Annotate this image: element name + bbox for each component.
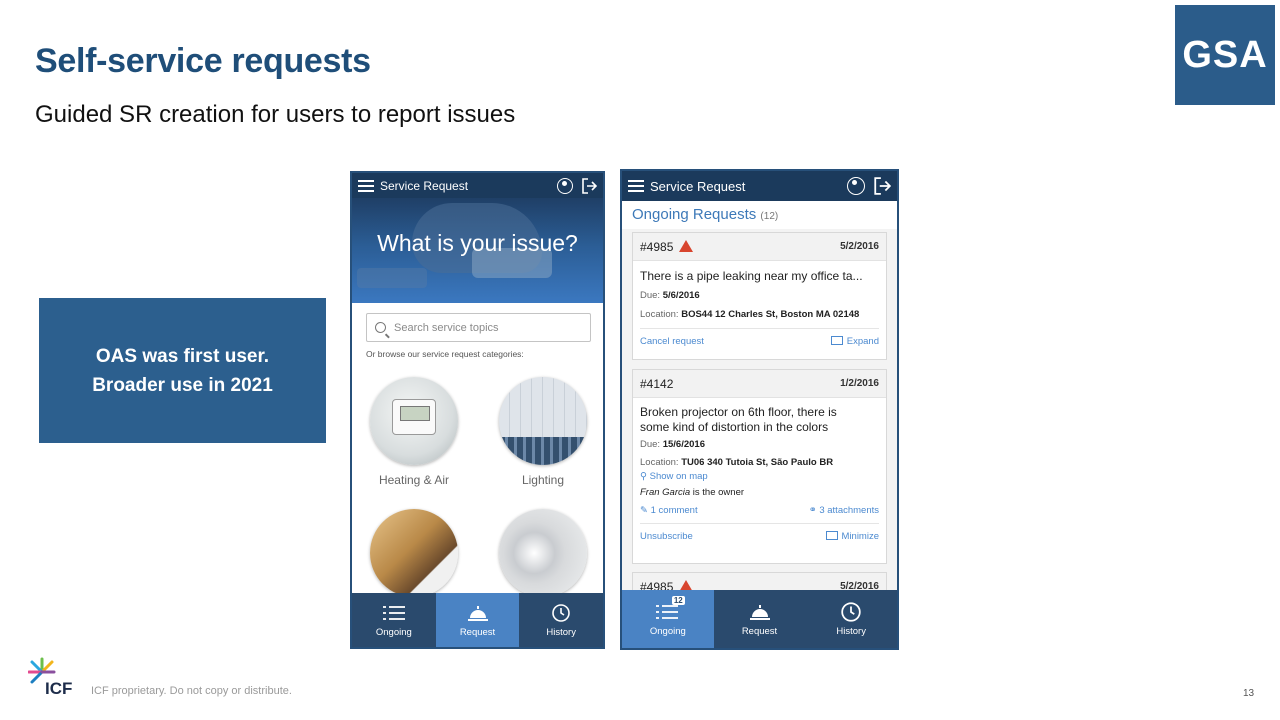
tab-ongoing[interactable]: Ongoing bbox=[352, 593, 436, 647]
phone-screenshot-ongoing-requests: Service Request Ongoing Requests (12) #4… bbox=[620, 169, 899, 650]
map-pin-icon: ⚲ bbox=[640, 471, 647, 482]
request-description: Broken projector on 6th floor, there is … bbox=[640, 405, 837, 434]
tab-request[interactable]: Request bbox=[714, 590, 806, 648]
menu-icon[interactable] bbox=[358, 179, 374, 192]
clock-icon bbox=[551, 603, 571, 623]
request-list[interactable]: #4985 5/2/2016 There is a pipe leaking n… bbox=[622, 229, 897, 590]
logout-icon[interactable] bbox=[581, 177, 597, 194]
warning-icon bbox=[679, 579, 694, 590]
section-heading: Ongoing Requests (12) bbox=[632, 206, 779, 223]
cancel-request-link[interactable]: Cancel request bbox=[640, 336, 704, 347]
comments-link[interactable]: ✎ 1 comment bbox=[640, 505, 698, 516]
list-icon: 12 bbox=[655, 595, 685, 622]
minimize-icon bbox=[825, 531, 838, 540]
bottom-tab-bar: Ongoing Request History bbox=[352, 593, 603, 647]
request-date: 5/2/2016 bbox=[840, 581, 879, 590]
request-date: 5/2/2016 bbox=[840, 241, 879, 252]
callout-box: OAS was first user. Broader use in 2021 bbox=[39, 298, 326, 443]
location: Location: TU06 340 Tutoia St, São Paulo … bbox=[640, 457, 834, 468]
door-knob-image bbox=[499, 509, 587, 597]
count-badge: 12 bbox=[671, 595, 685, 605]
page-number: 13 bbox=[1243, 688, 1255, 699]
browse-hint: Or browse our service request categories… bbox=[366, 349, 524, 359]
request-id: #4985 bbox=[640, 239, 674, 254]
due-date: Due: 15/6/2016 bbox=[640, 439, 705, 450]
minimize-button[interactable]: Minimize bbox=[825, 531, 879, 542]
app-title: Service Request bbox=[380, 178, 469, 193]
logout-icon[interactable] bbox=[873, 177, 891, 195]
slide-title: Self-service requests bbox=[35, 42, 371, 80]
paperclip-icon: ⚭ bbox=[808, 505, 817, 516]
warning-icon bbox=[679, 239, 694, 252]
phone-screenshot-new-request: Service Request What is your issue? Sear… bbox=[350, 171, 605, 649]
app-bar: Service Request bbox=[622, 171, 897, 201]
thermostat-image bbox=[370, 377, 458, 465]
hero-banner: What is your issue? bbox=[352, 198, 603, 303]
app-title: Service Request bbox=[650, 178, 746, 194]
owner-info: Fran Garcia is the owner bbox=[640, 487, 745, 498]
interior-image bbox=[370, 509, 458, 597]
list-icon bbox=[382, 603, 405, 623]
category-label: Heating & Air bbox=[378, 473, 450, 487]
menu-icon[interactable] bbox=[628, 180, 644, 192]
expand-icon bbox=[830, 336, 843, 345]
tab-request[interactable]: Request bbox=[435, 593, 520, 647]
request-card[interactable]: #4985 5/2/2016 There is a pipe leaking n… bbox=[632, 232, 887, 360]
comment-icon: ✎ bbox=[640, 505, 648, 516]
show-on-map-link[interactable]: ⚲ Show on map bbox=[640, 471, 879, 482]
search-placeholder: Search service topics bbox=[394, 321, 499, 334]
footer-disclaimer: ICF proprietary. Do not copy or distribu… bbox=[91, 685, 292, 697]
unsubscribe-link[interactable]: Unsubscribe bbox=[640, 531, 693, 542]
request-card[interactable]: #4142 1/2/2016 Broken projector on 6th f… bbox=[632, 369, 887, 564]
tab-history[interactable]: History bbox=[519, 593, 603, 647]
category-doors[interactable] bbox=[498, 509, 588, 597]
request-id: #4985 bbox=[640, 579, 674, 591]
service-bell-icon bbox=[467, 603, 489, 623]
user-icon[interactable] bbox=[847, 177, 865, 195]
location: Location: BOS44 12 Charles St, Boston MA… bbox=[640, 309, 860, 320]
callout-line-1: OAS was first user. bbox=[95, 345, 270, 367]
search-input[interactable]: Search service topics bbox=[366, 313, 591, 342]
search-icon bbox=[375, 322, 386, 333]
category-lighting[interactable]: Lighting bbox=[498, 377, 588, 487]
request-card[interactable]: #4985 5/2/2016 bbox=[632, 572, 887, 590]
callout-line-2: Broader use in 2021 bbox=[92, 374, 273, 396]
tab-history[interactable]: History bbox=[805, 590, 897, 648]
app-bar: Service Request bbox=[352, 173, 603, 198]
category-label: Lighting bbox=[521, 473, 565, 487]
ceiling-light-image bbox=[499, 377, 587, 465]
category-heating-air[interactable]: Heating & Air bbox=[369, 377, 459, 487]
category-interior[interactable] bbox=[369, 509, 459, 597]
request-date: 1/2/2016 bbox=[840, 378, 879, 389]
clock-icon bbox=[840, 601, 862, 622]
due-date: Due: 5/6/2016 bbox=[640, 290, 700, 301]
expand-button[interactable]: Expand bbox=[830, 336, 879, 347]
request-description: There is a pipe leaking near my office t… bbox=[640, 269, 863, 283]
attachments-link[interactable]: ⚭ 3 attachments bbox=[809, 505, 879, 516]
bottom-tab-bar: 12 Ongoing Request History bbox=[622, 590, 897, 648]
gsa-logo-text: GSA bbox=[1182, 33, 1268, 76]
user-icon[interactable] bbox=[557, 177, 573, 194]
hero-heading: What is your issue? bbox=[377, 230, 578, 256]
tab-ongoing[interactable]: 12 Ongoing bbox=[622, 590, 714, 648]
service-bell-icon bbox=[749, 602, 771, 622]
request-count: (12) bbox=[760, 211, 779, 222]
slide-subtitle: Guided SR creation for users to report i… bbox=[35, 101, 516, 128]
icf-brand-text: ICF bbox=[45, 679, 73, 698]
request-id: #4142 bbox=[640, 376, 674, 391]
gsa-logo: GSA bbox=[1175, 5, 1275, 105]
